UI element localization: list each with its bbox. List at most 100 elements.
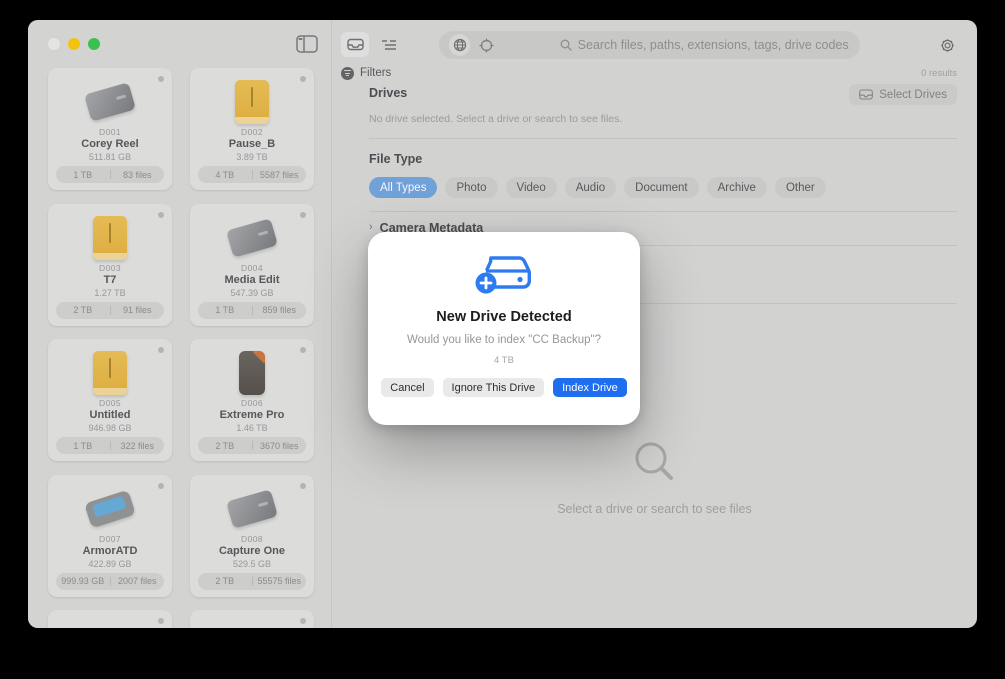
- zoom-button[interactable]: [88, 38, 100, 50]
- file-type-pill-archive[interactable]: Archive: [706, 177, 767, 198]
- drive-capacity: 4 TB: [215, 169, 235, 180]
- drive-capacity-pill: 1 TB 83 files: [56, 166, 164, 183]
- target-icon[interactable]: [476, 34, 497, 56]
- drive-code: D008: [241, 533, 263, 544]
- drive-file-count: 83 files: [122, 169, 152, 180]
- select-drives-button[interactable]: Select Drives: [849, 84, 957, 105]
- drive-card[interactable]: D008 Capture One 529.5 GB 2 TB 55575 fil…: [190, 474, 314, 597]
- drive-icon: [48, 214, 172, 262]
- filters-row: Filters 0 results: [341, 63, 957, 83]
- view-mode-switcher: [341, 32, 403, 57]
- drive-capacity-pill: 1 TB 322 files: [56, 437, 164, 454]
- file-type-pill-photo[interactable]: Photo: [445, 177, 498, 198]
- drive-used-size: 946.98 GB: [88, 423, 132, 433]
- globe-icon[interactable]: [449, 34, 471, 56]
- file-type-pill-other[interactable]: Other: [774, 177, 826, 198]
- drive-name: ArmorATD: [82, 544, 138, 557]
- drive-name: Media Edit: [224, 273, 280, 286]
- drive-icon: [48, 485, 172, 533]
- drive-code: D001: [99, 127, 121, 137]
- drive-code: D005: [99, 398, 121, 408]
- drive-capacity: 1 TB: [73, 440, 93, 451]
- drive-code: D007: [99, 533, 121, 544]
- drive-name: Capture One: [218, 544, 285, 557]
- drive-capacity: 1 TB: [73, 169, 93, 180]
- settings-gear-icon[interactable]: [935, 33, 959, 57]
- search-input[interactable]: Search files, paths, extensions, tags, d…: [560, 38, 850, 52]
- drive-name: T7: [103, 273, 117, 286]
- traffic-lights: [48, 38, 100, 50]
- large-search-icon: [631, 438, 679, 486]
- list-view-button[interactable]: [375, 32, 403, 57]
- dialog-drive-size: 4 TB: [494, 355, 514, 366]
- drive-icon: [190, 349, 314, 397]
- chevron-right-icon[interactable]: ›: [369, 221, 373, 233]
- dialog-message: Would you like to index "CC Backup"?: [407, 334, 601, 346]
- drive-capacity: 999.93 GB: [61, 576, 105, 586]
- drive-used-size: 511.81 GB: [88, 152, 132, 162]
- drive-icon: [190, 78, 314, 126]
- drive-used-size: 1.46 TB: [236, 423, 268, 433]
- drive-code: D006: [241, 398, 263, 408]
- file-type-title: File Type: [369, 152, 423, 166]
- drive-card[interactable]: D007 ArmorATD 422.89 GB 999.93 GB 2007 f…: [48, 474, 172, 597]
- drive-file-count: 859 files: [262, 305, 297, 315]
- drive-name: Extreme Pro: [219, 409, 285, 421]
- no-drive-text: No drive selected. Select a drive or sea…: [369, 113, 623, 125]
- drive-file-count: 5587 files: [259, 169, 299, 180]
- drive-card[interactable]: D002 Pause_B 3.89 TB 4 TB 5587 files: [190, 68, 314, 190]
- search-icon: [560, 39, 572, 51]
- file-type-pill-all-types[interactable]: All Types: [369, 177, 438, 198]
- close-button[interactable]: [48, 38, 60, 50]
- sidebar-toggle-icon[interactable]: [294, 33, 320, 55]
- index-drive-button[interactable]: Index Drive: [553, 378, 627, 397]
- drive-card[interactable]: [48, 610, 172, 628]
- drive-card[interactable]: [190, 610, 314, 628]
- minimize-button[interactable]: [68, 38, 80, 50]
- drive-code: D004: [241, 262, 263, 273]
- filter-icon[interactable]: [341, 66, 354, 80]
- drive-icon: [190, 214, 314, 262]
- drive-icon: [48, 78, 172, 126]
- drive-card[interactable]: D003 T7 1.27 TB 2 TB 91 files: [48, 203, 172, 326]
- drive-card[interactable]: D001 Corey Reel 511.81 GB 1 TB 83 files: [48, 68, 172, 190]
- drive-name: Pause_B: [228, 138, 276, 150]
- drive-capacity-pill: 2 TB 91 files: [56, 301, 164, 319]
- drive-card[interactable]: D006 Extreme Pro 1.46 TB 2 TB 3670 files: [190, 339, 314, 461]
- drive-used-size: 547.39 GB: [230, 287, 274, 298]
- drive-capacity-pill: 2 TB 55575 files: [198, 572, 306, 590]
- drive-used-size: 529.5 GB: [232, 558, 272, 569]
- file-type-pill-audio[interactable]: Audio: [564, 177, 617, 198]
- drive-capacity-pill: 999.93 GB 2007 files: [56, 572, 164, 590]
- drive-status-dot: [300, 618, 306, 624]
- drive-icon: [48, 349, 172, 397]
- drive-file-count: 3670 files: [259, 440, 299, 451]
- dialog-buttons: Cancel Ignore This Drive Index Drive: [368, 378, 640, 397]
- add-drive-icon: [473, 252, 535, 296]
- drive-icon: [859, 89, 874, 100]
- search-bar[interactable]: Search files, paths, extensions, tags, d…: [439, 31, 860, 59]
- search-placeholder: Search files, paths, extensions, tags, d…: [577, 38, 850, 52]
- ignore-drive-button[interactable]: Ignore This Drive: [442, 378, 545, 397]
- sidebar: D001 Corey Reel 511.81 GB 1 TB 83 files …: [28, 20, 332, 628]
- file-type-pill-document[interactable]: Document: [624, 177, 699, 198]
- drive-capacity-pill: 1 TB 859 files: [198, 301, 306, 319]
- drive-file-count: 2007 files: [117, 576, 157, 586]
- drive-used-size: 422.89 GB: [88, 558, 132, 569]
- drive-used-size: 3.89 TB: [236, 152, 268, 162]
- drives-section-title: Drives: [369, 86, 408, 100]
- app-window: D001 Corey Reel 511.81 GB 1 TB 83 files …: [28, 20, 977, 628]
- dialog-title: New Drive Detected: [436, 309, 572, 325]
- drive-capacity: 2 TB: [215, 576, 235, 586]
- file-type-pill-video[interactable]: Video: [505, 177, 557, 198]
- drives-view-button[interactable]: [341, 32, 369, 57]
- drive-card[interactable]: D004 Media Edit 547.39 GB 1 TB 859 files: [190, 203, 314, 326]
- drive-status-dot: [158, 618, 164, 624]
- drive-card[interactable]: D005 Untitled 946.98 GB 1 TB 322 files: [48, 339, 172, 461]
- cancel-button[interactable]: Cancel: [381, 378, 434, 397]
- drive-file-count: 55575 files: [257, 576, 302, 586]
- drive-code: D002: [241, 127, 263, 137]
- empty-state: Select a drive or search to see files: [332, 438, 977, 516]
- drive-capacity: 1 TB: [215, 305, 235, 315]
- drive-capacity-pill: 4 TB 5587 files: [198, 166, 306, 183]
